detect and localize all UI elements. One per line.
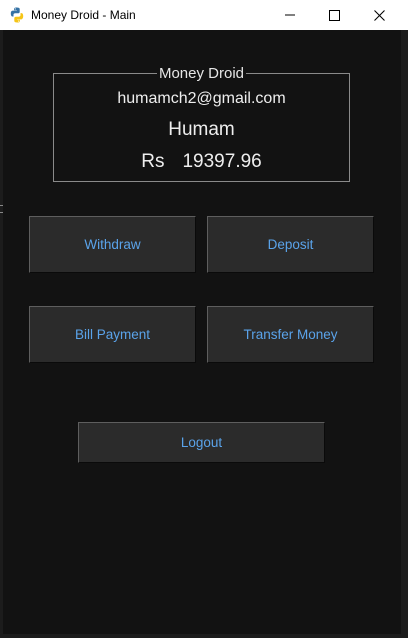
- user-email: humamch2@gmail.com: [117, 90, 286, 107]
- balance-row: Rs 19397.96: [54, 150, 349, 174]
- currency-label: Rs: [141, 151, 165, 172]
- frame-label: Money Droid: [156, 65, 247, 82]
- title-bar[interactable]: Money Droid - Main: [0, 0, 408, 31]
- bill-payment-button[interactable]: Bill Payment: [29, 306, 196, 363]
- balance-amount: 19397.96: [182, 151, 262, 172]
- close-icon: [373, 9, 385, 21]
- logout-button[interactable]: Logout: [78, 422, 325, 463]
- money-droid-main-window: Money Droid - Main Money Droid humamch2@…: [0, 0, 408, 638]
- transfer-money-button[interactable]: Transfer Money: [207, 306, 374, 363]
- window-title: Money Droid - Main: [31, 8, 136, 22]
- minimize-button[interactable]: [267, 0, 313, 30]
- python-icon: [9, 7, 25, 23]
- window-right-edge: [401, 30, 408, 638]
- maximize-icon: [328, 9, 340, 21]
- minimize-icon: [285, 14, 295, 16]
- window-bottom-edge: [0, 634, 408, 638]
- user-name: Humam: [168, 119, 235, 140]
- maximize-button[interactable]: [311, 0, 357, 30]
- close-button[interactable]: [356, 0, 402, 30]
- account-info-frame: Money Droid humamch2@gmail.com Humam Rs 1…: [53, 65, 350, 182]
- deposit-button[interactable]: Deposit: [207, 216, 374, 273]
- withdraw-button[interactable]: Withdraw: [29, 216, 196, 273]
- frame-legend: Money Droid: [54, 65, 349, 83]
